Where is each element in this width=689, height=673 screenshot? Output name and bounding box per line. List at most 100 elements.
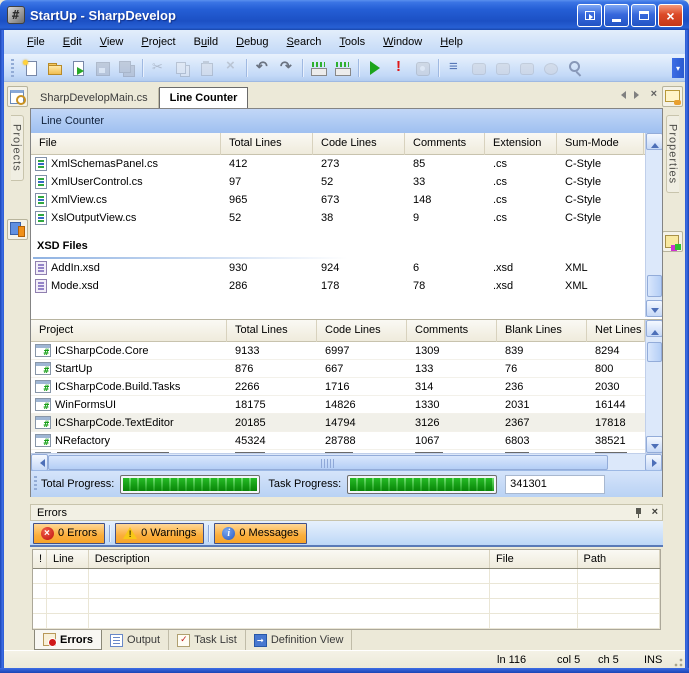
window-border-left xyxy=(0,30,4,673)
column-header-file[interactable]: File xyxy=(490,550,577,568)
column-header-[interactable]: ! xyxy=(33,550,47,568)
table-row[interactable]: ICSharpCode.Build.Tasks22661716314236203… xyxy=(31,378,645,396)
column-header-path[interactable]: Path xyxy=(578,550,660,568)
column-header-blank-lines[interactable]: Blank Lines xyxy=(497,320,587,342)
minimize-button[interactable] xyxy=(604,4,629,27)
prev-bookmark-button xyxy=(491,57,514,79)
progress-row-grip[interactable] xyxy=(34,476,37,492)
maximize-button[interactable] xyxy=(631,4,656,27)
build-button[interactable] xyxy=(307,57,330,79)
properties-pad-icon[interactable] xyxy=(662,86,683,107)
column-header-net-lines[interactable]: Net Lines xyxy=(587,320,645,342)
table-row[interactable]: Mode.xsd28617878.xsdXML xyxy=(31,277,645,295)
toolbar-grip[interactable] xyxy=(11,59,14,77)
new-project-button[interactable] xyxy=(67,57,90,79)
table-row[interactable]: StartUp87666713376800 xyxy=(31,360,645,378)
tab-output[interactable]: Output xyxy=(102,630,169,650)
search-icon xyxy=(566,60,583,76)
scrollbar-thumb[interactable] xyxy=(647,342,662,362)
run-button[interactable] xyxy=(363,57,386,79)
menu-item-edit[interactable]: Edit xyxy=(54,33,91,51)
rebuild-button[interactable] xyxy=(331,57,354,79)
table-row[interactable]: ICSharpCode.TextEditor201851479431262367… xyxy=(31,414,645,432)
window-title: StartUp - SharpDevelop xyxy=(30,8,176,23)
menu-item-window[interactable]: Window xyxy=(374,33,431,51)
files-table-scrollbar[interactable] xyxy=(645,133,662,317)
close-tab-icon[interactable]: × xyxy=(651,89,657,100)
toggle-0-warnings-button[interactable]: 0 Warnings xyxy=(115,523,204,544)
bookmark-list-button[interactable] xyxy=(443,57,466,79)
column-header-code-lines[interactable]: Code Lines xyxy=(317,320,407,342)
search-button[interactable] xyxy=(563,57,586,79)
column-header-code-lines[interactable]: Code Lines xyxy=(313,133,405,155)
table-row[interactable]: WinFormsUI18175148261330203116144 xyxy=(31,396,645,414)
tab-line-counter[interactable]: Line Counter xyxy=(159,87,249,108)
tab-task-list[interactable]: Task List xyxy=(169,630,246,650)
abort-button[interactable] xyxy=(387,57,410,79)
toolbox-pad-icon[interactable] xyxy=(662,231,683,252)
scrollbar-thumb[interactable] xyxy=(48,455,608,470)
table-row[interactable]: XslOutputView.cs52389.csC-Style xyxy=(31,209,645,227)
tab-errors[interactable]: Errors xyxy=(34,630,102,650)
table-row[interactable]: ICSharpCode.Core9133699713098398294 xyxy=(31,342,645,360)
open-button[interactable] xyxy=(43,57,66,79)
column-header-description[interactable]: Description xyxy=(89,550,490,568)
new-file-button[interactable] xyxy=(19,57,42,79)
horizontal-scrollbar[interactable] xyxy=(31,453,662,470)
toggle-0-errors-button[interactable]: 0 Errors xyxy=(33,523,105,544)
scroll-down-icon[interactable] xyxy=(646,436,662,453)
menu-item-search[interactable]: Search xyxy=(278,33,331,51)
close-panel-icon[interactable]: × xyxy=(652,507,658,518)
column-header-comments[interactable]: Comments xyxy=(405,133,485,155)
errors-panel-titlebar[interactable]: Errors × xyxy=(30,504,663,521)
column-header-sum-mode[interactable]: Sum-Mode xyxy=(557,133,644,155)
menu-item-tools[interactable]: Tools xyxy=(330,33,374,51)
column-header-total-lines[interactable]: Total Lines xyxy=(227,320,317,342)
toggle-bookmark-icon xyxy=(470,60,487,76)
projects-table-scrollbar[interactable] xyxy=(645,320,662,453)
scroll-tabs-left-icon[interactable] xyxy=(617,91,626,99)
scroll-up-icon[interactable] xyxy=(646,133,662,150)
menu-item-build[interactable]: Build xyxy=(185,33,227,51)
scroll-down-icon[interactable] xyxy=(646,300,662,317)
projects-pad-tab[interactable]: Projects xyxy=(11,115,24,181)
toolbar-overflow-button[interactable]: ▾ xyxy=(672,58,684,78)
column-header-project[interactable]: Project xyxy=(31,320,227,342)
projects-pad-icon[interactable] xyxy=(7,86,28,107)
menu-item-help[interactable]: Help xyxy=(431,33,472,51)
resize-grip[interactable] xyxy=(672,656,684,668)
cs-file-icon xyxy=(35,175,47,189)
properties-pad-tab[interactable]: Properties xyxy=(666,115,679,193)
scrollbar-thumb[interactable] xyxy=(647,275,662,297)
cell: 673 xyxy=(313,194,405,206)
column-header-file[interactable]: File xyxy=(31,133,221,155)
scroll-tabs-right-icon[interactable] xyxy=(634,91,643,99)
scroll-left-icon[interactable] xyxy=(31,454,48,471)
maximize-icon xyxy=(639,11,649,20)
scroll-up-icon[interactable] xyxy=(646,320,662,337)
table-row[interactable]: XmlView.cs965673148.csC-Style xyxy=(31,191,645,209)
table-row[interactable]: AddIn.xsd9309246.xsdXML xyxy=(31,259,645,277)
tab-definition-view[interactable]: Definition View xyxy=(246,630,353,650)
pin-icon[interactable] xyxy=(634,507,644,519)
table-row[interactable]: XmlSchemasPanel.cs41227385.csC-Style xyxy=(31,155,645,173)
column-header-extension[interactable]: Extension xyxy=(485,133,557,155)
float-window-button[interactable] xyxy=(577,4,602,27)
close-button[interactable]: × xyxy=(658,4,683,27)
table-row[interactable]: NRefactory45324287881067680338521 xyxy=(31,432,645,450)
menu-item-file[interactable]: File xyxy=(18,33,54,51)
menu-item-project[interactable]: Project xyxy=(132,33,184,51)
column-header-total-lines[interactable]: Total Lines xyxy=(221,133,313,155)
undo-button[interactable] xyxy=(251,57,274,79)
scroll-right-icon[interactable] xyxy=(645,454,662,471)
title-bar[interactable]: StartUp - SharpDevelop × xyxy=(0,0,689,30)
toggle-0-messages-button[interactable]: 0 Messages xyxy=(214,523,306,544)
column-header-comments[interactable]: Comments xyxy=(407,320,497,342)
menu-item-debug[interactable]: Debug xyxy=(227,33,277,51)
tab-sharpdevelopmain-cs[interactable]: SharpDevelopMain.cs xyxy=(30,88,159,108)
redo-button[interactable] xyxy=(275,57,298,79)
classes-pad-icon[interactable] xyxy=(7,219,28,240)
menu-item-view[interactable]: View xyxy=(91,33,133,51)
table-row[interactable]: XmlUserControl.cs975233.csC-Style xyxy=(31,173,645,191)
column-header-line[interactable]: Line xyxy=(47,550,89,568)
